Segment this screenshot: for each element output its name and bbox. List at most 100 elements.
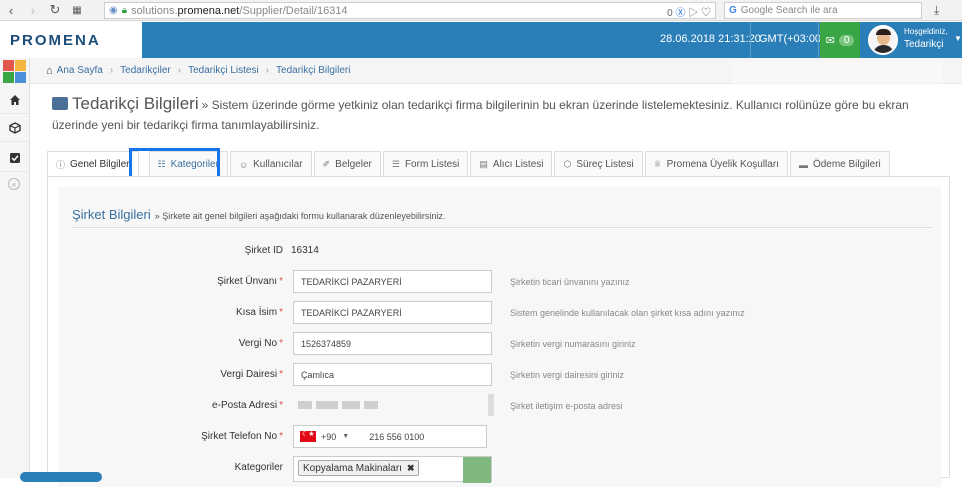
form-row-company-id: Şirket ID 16314 xyxy=(58,239,941,263)
caret-down-icon: ▼ xyxy=(954,34,962,43)
phone-country-code[interactable]: +90 xyxy=(321,432,336,442)
breadcrumb-separator-icon: › xyxy=(265,65,270,76)
form-icon: ☰ xyxy=(391,159,400,169)
section-subtitle: » Şirkete ait genel bilgileri aşağıdaki … xyxy=(154,211,446,221)
user-icon: ☺ xyxy=(238,159,249,170)
tax-office-input[interactable]: Çamlıca xyxy=(293,363,492,386)
company-title-label: Şirket Ünvanı * xyxy=(217,276,283,287)
tab-general-info[interactable]: ⓘ Genel Bilgiler xyxy=(47,151,139,177)
company-info-form: Şirket Bilgileri» Şirkete ait genel bilg… xyxy=(58,187,941,487)
remove-tag-icon[interactable]: ✖ xyxy=(407,463,415,474)
form-row-email: e-Posta Adresi * Şirket iletişim e-posta … xyxy=(58,394,941,418)
lock-icon: 🔒︎ xyxy=(121,5,128,16)
turkey-flag-icon[interactable] xyxy=(300,430,316,442)
tax-no-help: Şirketin vergi numarasını giriniz xyxy=(510,339,636,349)
tab-buyer-list[interactable]: ▤ Alıcı Listesi xyxy=(470,151,553,177)
cube-icon: ⬡ xyxy=(563,159,572,169)
back-icon[interactable]: ‹ xyxy=(0,3,22,18)
categories-add-button[interactable] xyxy=(463,457,491,483)
home-icon: ⌂ xyxy=(46,64,53,77)
mail-count-badge: 0 xyxy=(838,34,855,46)
credit-card-icon: ▬ xyxy=(798,159,808,170)
breadcrumb-item-supplier-info: Tedarikçi Bilgileri xyxy=(276,65,351,76)
categories-label: Kategoriler xyxy=(234,462,283,473)
promena-logo[interactable]: PROMENA xyxy=(0,22,142,58)
faded-notification-overlay xyxy=(732,62,942,86)
download-icon[interactable]: ⤓ xyxy=(934,3,939,18)
paperclip-icon: ✐ xyxy=(322,159,331,169)
collapse-sidebar-icon[interactable]: « xyxy=(8,178,20,190)
checkbox-icon[interactable] xyxy=(0,144,30,172)
breadcrumb-item-supplier-list[interactable]: Tedarikçi Listesi xyxy=(188,65,259,76)
email-help: Şirket iletişim e-posta adresi xyxy=(510,401,623,411)
app-header: PROMENA 28.06.2018 21:31:20 GMT(+03:00) … xyxy=(0,22,962,58)
tab-payment-info[interactable]: ▬ Ödeme Bilgileri xyxy=(789,151,890,177)
username-text: Tedarikçi xyxy=(904,39,944,50)
user-menu[interactable]: Hoşgeldiniz, Tedarikçi ▼ xyxy=(864,22,962,58)
tab-content-panel: Şirket Bilgileri» Şirkete ait genel bilg… xyxy=(47,176,950,487)
app-tiles-icon[interactable] xyxy=(3,60,27,84)
book-icon: ▤ xyxy=(479,159,488,169)
header-divider xyxy=(750,22,751,58)
caret-down-icon[interactable]: ▼ xyxy=(342,433,349,440)
phone-number: 216 556 0100 xyxy=(369,431,425,442)
header-divider xyxy=(818,22,819,58)
page-title: Tedarikçi Bilgileri xyxy=(72,94,199,113)
form-row-tax-no: Vergi No * 1526374859 Şirketin vergi numa… xyxy=(58,332,941,356)
breadcrumb-separator-icon: › xyxy=(109,65,114,76)
form-row-categories: Kategoriler Kopyalama Makinaları ✖ xyxy=(58,456,941,483)
apps-grid-icon[interactable]: ▦ xyxy=(66,5,88,16)
category-tag: Kopyalama Makinaları ✖ xyxy=(298,460,420,476)
tab-membership-terms[interactable]: ♕ Promena Üyelik Koşulları xyxy=(644,151,788,177)
short-name-help: Sistem genelinde kullanılacak olan şirke… xyxy=(510,308,745,318)
info-icon: ⓘ xyxy=(56,160,66,170)
company-id-label: Şirket ID xyxy=(244,245,283,256)
tab-process-list[interactable]: ⬡ Süreç Listesi xyxy=(554,151,643,177)
tax-office-label: Vergi Dairesi * xyxy=(220,369,283,380)
categories-tag-input[interactable]: Kopyalama Makinaları ✖ xyxy=(293,456,492,483)
forward-icon[interactable]: › xyxy=(22,3,44,18)
section-title: Şirket Bilgileri» Şirkete ait genel bilg… xyxy=(72,207,446,222)
reload-icon[interactable]: ↻ xyxy=(44,2,66,18)
url-text: solutions.promena.net/Supplier/Detail/16… xyxy=(131,4,348,17)
header-timezone[interactable]: GMT(+03:00) xyxy=(759,33,825,45)
header-datetime: 28.06.2018 21:31:20 xyxy=(660,33,761,45)
avatar xyxy=(868,25,898,55)
breadcrumb-item-suppliers[interactable]: Tedarikçiler xyxy=(120,65,171,76)
company-title-input[interactable]: TEDARİKCİ PAZARYERİ xyxy=(293,270,492,293)
breadcrumb-item-home[interactable]: Ana Sayfa xyxy=(57,65,103,76)
company-title-help: Şirketin ticari ünvanını yazınız xyxy=(510,277,630,287)
cube-icon[interactable] xyxy=(0,114,30,142)
browser-search-input[interactable]: G Google Search ile ara xyxy=(724,2,922,19)
tab-highlight-box xyxy=(129,148,220,179)
section-divider xyxy=(72,227,932,228)
email-field-edge xyxy=(488,394,494,416)
company-id-value: 16314 xyxy=(291,245,319,256)
mail-button[interactable]: ✉ 0 xyxy=(820,22,860,58)
chat-widget-tab[interactable] xyxy=(20,472,102,482)
home-icon[interactable] xyxy=(0,86,30,114)
url-extension-icons[interactable]: 0 Ⓧ ▷ ♡ xyxy=(667,4,711,19)
address-bar[interactable]: ◉ 🔒︎ solutions.promena.net/Supplier/Deta… xyxy=(104,2,716,19)
tax-office-help: Şirketin vergi dairesini giriniz xyxy=(510,370,625,380)
tab-users[interactable]: ☺ Kullanıcılar xyxy=(229,151,312,177)
tax-no-input[interactable]: 1526374859 xyxy=(293,332,492,355)
email-label: e-Posta Adresi * xyxy=(212,400,283,411)
form-row-company-title: Şirket Ünvanı * TEDARİKCİ PAZARYERİ Şirke… xyxy=(58,270,941,294)
search-placeholder: Google Search ile ara xyxy=(740,5,838,16)
tab-documents[interactable]: ✐ Belgeler xyxy=(313,151,381,177)
breadcrumb-separator-icon: › xyxy=(177,65,182,76)
google-icon: G xyxy=(729,5,737,16)
greeting-text: Hoşgeldiniz, xyxy=(904,27,948,36)
briefcase-icon xyxy=(52,97,68,110)
form-row-phone: Şirket Telefon No* +90 ▼ 216 556 0100 xyxy=(58,425,941,449)
tab-form-list[interactable]: ☰ Form Listesi xyxy=(382,151,469,177)
trophy-icon: ♕ xyxy=(653,159,662,169)
short-name-input[interactable]: TEDARİKCİ PAZARYERİ xyxy=(293,301,492,324)
short-name-label: Kısa İsim * xyxy=(235,307,283,318)
phone-label: Şirket Telefon No * xyxy=(201,431,283,442)
location-pin-icon: ◉ xyxy=(109,5,118,16)
phone-input[interactable]: +90 ▼ 216 556 0100 xyxy=(293,425,487,448)
form-row-short-name: Kısa İsim * TEDARİKCİ PAZARYERİ Sistem ge… xyxy=(58,301,941,325)
left-sidebar: « xyxy=(0,58,30,478)
